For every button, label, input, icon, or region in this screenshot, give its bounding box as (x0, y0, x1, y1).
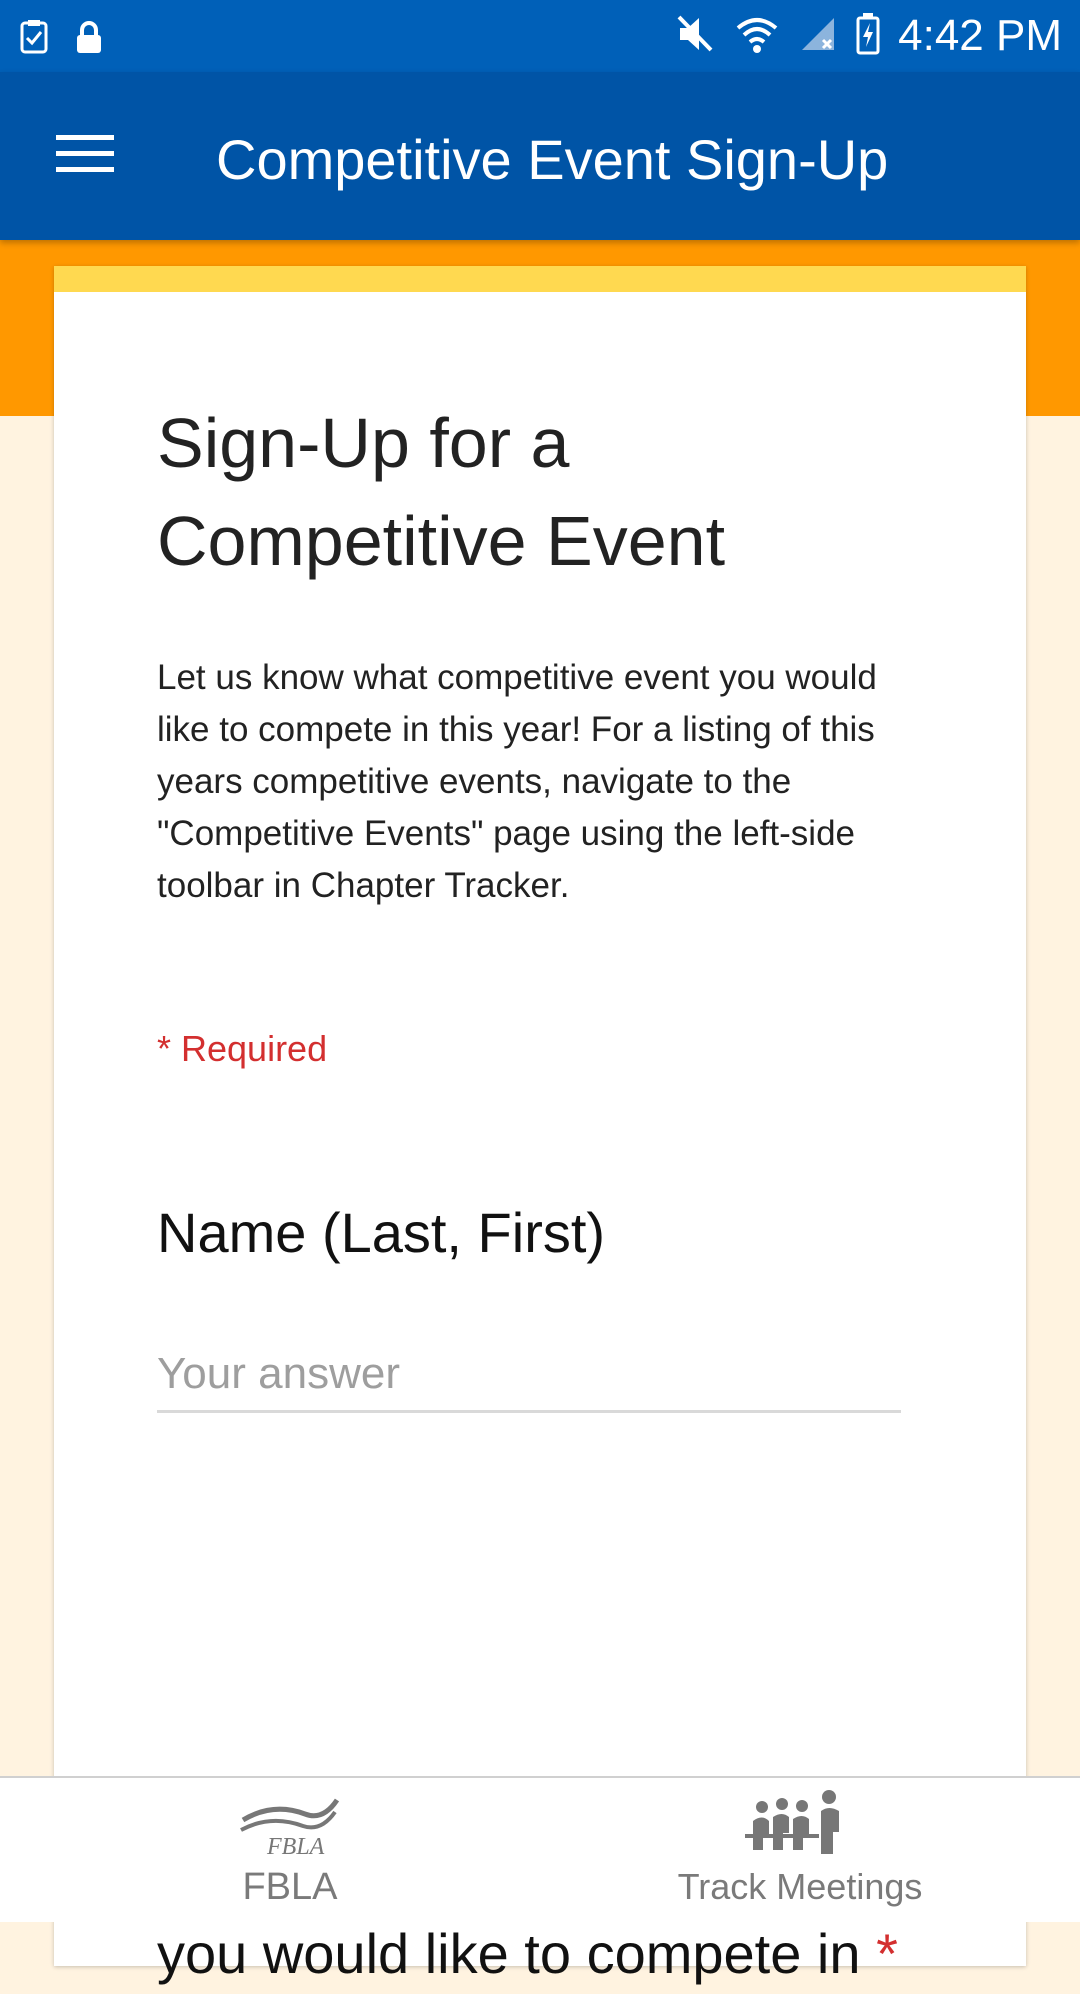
fbla-logo-icon: FBLA (235, 1788, 345, 1863)
bottom-navigation: FBLA FBLA Track Meetings (0, 1776, 1080, 1922)
lock-icon (74, 20, 104, 59)
battery-icon (856, 12, 880, 60)
mute-icon (674, 14, 716, 59)
nav-item-fbla[interactable]: FBLA FBLA (160, 1778, 420, 1922)
fbla-logo-text: FBLA (266, 1834, 325, 1858)
nav-label-track-meetings: Track Meetings (677, 1866, 923, 1907)
signal-icon (798, 14, 838, 59)
app-bar: Competitive Event Sign-Up (0, 72, 1080, 240)
status-left-icons (20, 20, 104, 59)
form-title: Sign-Up for a Competitive Event (157, 404, 726, 580)
task-check-icon (20, 20, 48, 59)
question-name-label: Name (Last, First) (157, 1201, 606, 1264)
form-card: Sign-Up for a Competitive Event Let us k… (54, 266, 1026, 1985)
wifi-icon (734, 14, 780, 59)
required-star: * (876, 1922, 898, 1985)
status-bar: 4:42 PM (0, 0, 1080, 72)
name-answer-input[interactable] (157, 1338, 901, 1413)
status-right-icons: 4:42 PM (674, 0, 1062, 72)
status-time: 4:42 PM (898, 11, 1062, 60)
nav-item-track-meetings[interactable]: Track Meetings (620, 1778, 980, 1922)
meeting-people-icon (745, 1788, 855, 1863)
hamburger-menu-icon (56, 133, 114, 180)
menu-button[interactable] (40, 116, 130, 196)
form-description: Let us know what competitive event you w… (157, 658, 877, 905)
app-title: Competitive Event Sign-Up (216, 128, 889, 191)
required-note: * Required (157, 1028, 328, 1069)
card-accent-bar (54, 266, 1026, 292)
nav-label-fbla: FBLA (242, 1866, 338, 1908)
